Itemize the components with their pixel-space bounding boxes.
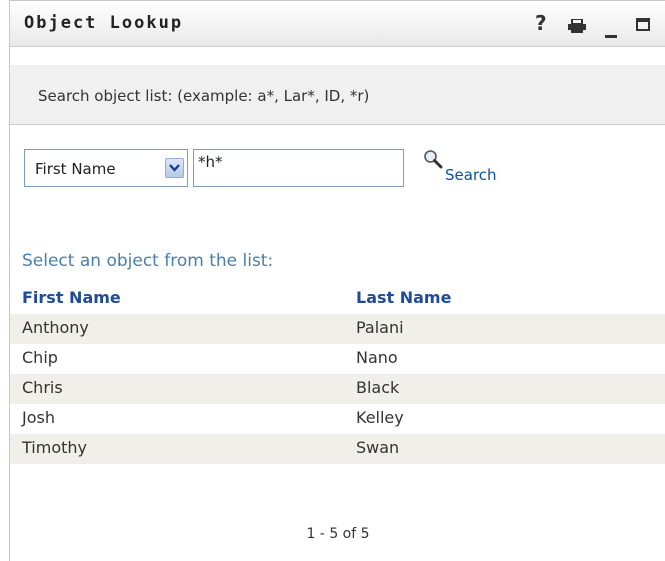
first-name-cell[interactable]: Chris <box>22 378 63 397</box>
chevron-down-icon[interactable] <box>165 158 184 178</box>
first-name-cell[interactable]: Timothy <box>22 438 87 457</box>
first-name-cell[interactable]: Chip <box>22 348 58 367</box>
instruction-text: Search object list: (example: a*, Lar*, … <box>38 87 370 105</box>
search-label[interactable]: Search <box>445 166 497 184</box>
first-name-cell[interactable]: Anthony <box>22 318 89 337</box>
magnifier-icon[interactable] <box>423 149 443 173</box>
table-row[interactable]: Chip Nano <box>10 344 665 374</box>
table-row[interactable]: Chris Black <box>10 374 665 404</box>
last-name-cell[interactable]: Nano <box>356 348 398 367</box>
table-row[interactable]: Josh Kelley <box>10 404 665 434</box>
object-lookup-panel: Object Lookup ? Search object list: (exa… <box>9 0 665 561</box>
window-title: Object Lookup <box>24 13 184 33</box>
minimize-icon[interactable] <box>605 35 617 38</box>
last-name-cell[interactable]: Kelley <box>356 408 404 427</box>
list-heading: Select an object from the list: <box>22 251 274 271</box>
search-field-select[interactable]: First Name <box>24 149 188 187</box>
search-input[interactable] <box>193 149 404 187</box>
column-header-last-name[interactable]: Last Name <box>356 288 451 307</box>
column-header-first-name[interactable]: First Name <box>22 288 121 307</box>
last-name-cell[interactable]: Swan <box>356 438 399 457</box>
table-row[interactable]: Anthony Palani <box>10 314 665 344</box>
print-icon[interactable] <box>568 18 586 33</box>
last-name-cell[interactable]: Palani <box>356 318 404 337</box>
table-row[interactable]: Timothy Swan <box>10 434 665 464</box>
first-name-cell[interactable]: Josh <box>22 408 55 427</box>
table-header-row: First Name Last Name <box>10 284 665 314</box>
title-bar: Object Lookup ? <box>10 1 665 47</box>
results-table: First Name Last Name Anthony Palani Chip… <box>10 284 665 464</box>
maximize-icon[interactable] <box>636 18 650 31</box>
help-icon[interactable]: ? <box>535 11 547 35</box>
search-field-value: First Name <box>35 160 116 178</box>
instruction-box: Search object list: (example: a*, Lar*, … <box>10 65 665 125</box>
pagination-status: 1 - 5 of 5 <box>306 526 370 542</box>
last-name-cell[interactable]: Black <box>356 378 399 397</box>
